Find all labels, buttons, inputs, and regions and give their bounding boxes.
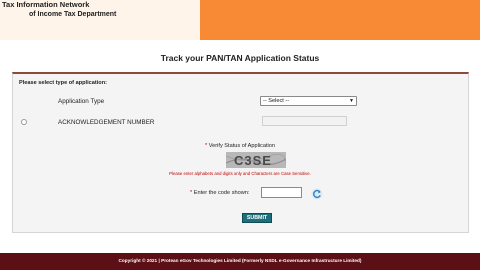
footer-copyright: Copyright © 2021 | Protean eGov Technolo…	[118, 258, 362, 263]
application-type-select[interactable]: -- Select -- ▼	[260, 96, 357, 106]
captcha-instruction: Please enter alphabets and digits only a…	[169, 171, 311, 176]
header-subtitle: of Income Tax Department	[29, 11, 117, 18]
site-footer: Copyright © 2021 | Protean eGov Technolo…	[0, 253, 480, 270]
refresh-icon[interactable]	[311, 187, 323, 200]
required-star: *	[190, 190, 193, 196]
verify-heading: * Verify Status of Application	[0, 143, 480, 149]
acknowledgement-number-input[interactable]	[262, 116, 347, 126]
select-type-label: Please select type of application:	[19, 80, 107, 86]
header-logo-area: Tax Information Network of Income Tax De…	[0, 0, 200, 40]
code-label: * Enter the code shown:	[190, 190, 249, 196]
application-type-value: -- Select --	[263, 98, 290, 104]
captcha-text: C3SE	[234, 153, 272, 168]
acknowledgement-radio[interactable]	[21, 119, 27, 125]
verify-label: Verify Status of Application	[208, 143, 275, 149]
code-label-text: Enter the code shown:	[193, 190, 250, 196]
required-star: *	[205, 143, 208, 149]
header-title: Tax Information Network	[2, 0, 90, 9]
submit-button[interactable]: SUBMIT	[242, 213, 272, 223]
acknowledgement-label: ACKNOWLEDGEMENT NUMBER	[58, 119, 155, 126]
application-type-label: Application Type	[58, 98, 105, 105]
chevron-down-icon: ▼	[349, 98, 354, 104]
page-title: Track your PAN/TAN Application Status	[160, 53, 320, 63]
captcha-image: C3SE	[226, 152, 286, 168]
captcha-code-input[interactable]	[261, 187, 302, 198]
site-header: Tax Information Network of Income Tax De…	[0, 0, 480, 40]
